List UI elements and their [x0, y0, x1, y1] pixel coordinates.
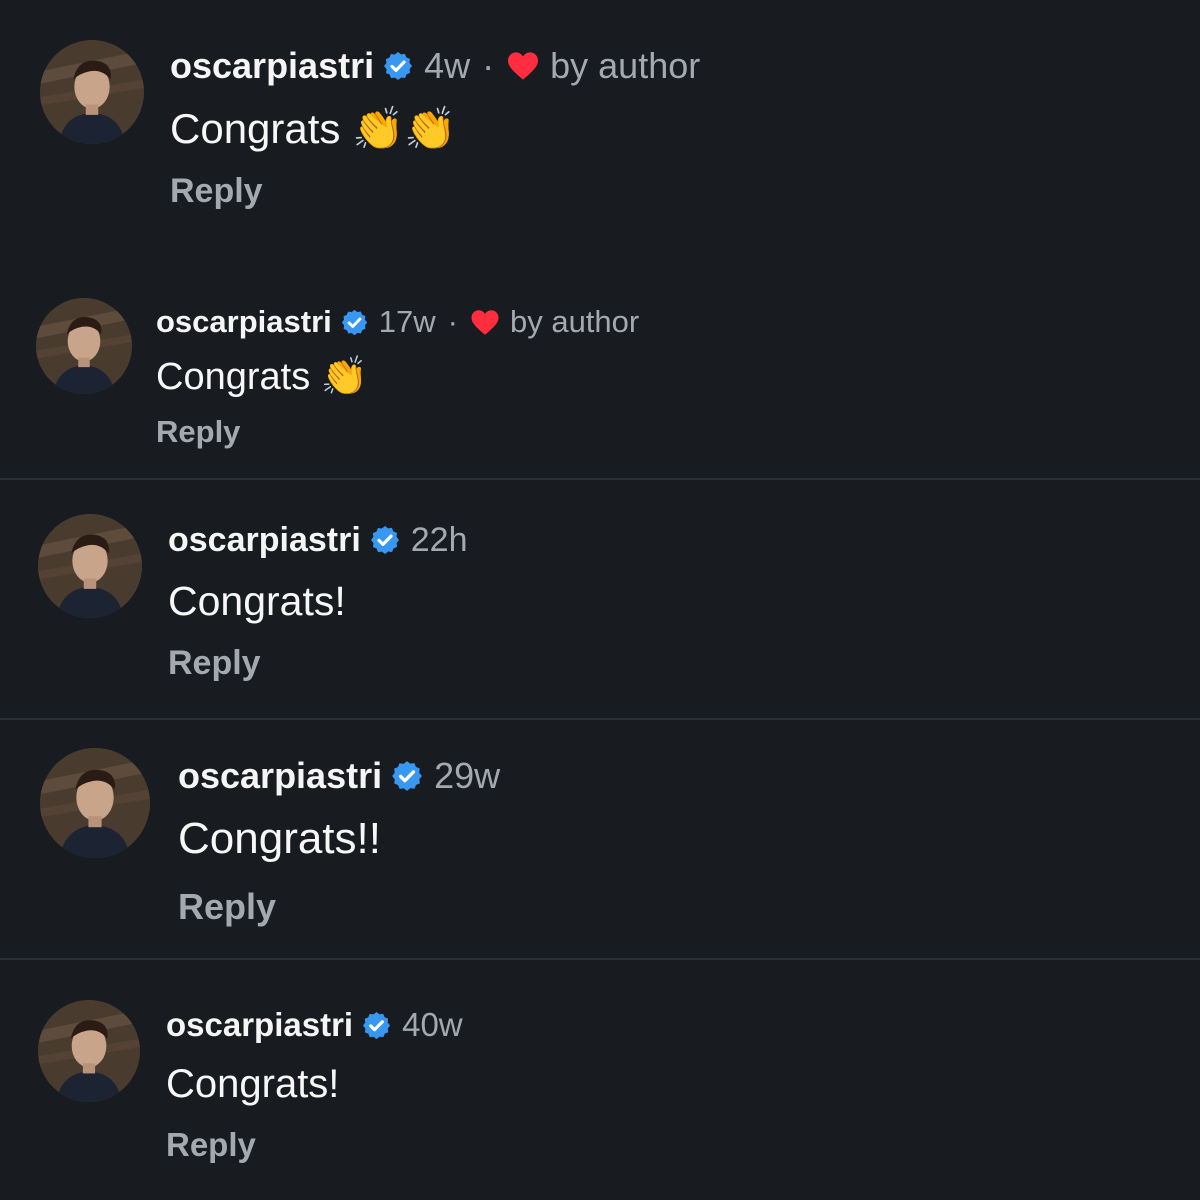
username[interactable]: oscarpiastri — [156, 304, 332, 340]
verified-badge-icon — [390, 759, 424, 793]
profile-photo-icon — [40, 40, 144, 144]
comment-panel-5: oscarpiastri 40w Congrats! Reply — [0, 960, 1200, 1200]
profile-photo-icon — [40, 748, 150, 858]
username[interactable]: oscarpiastri — [178, 755, 382, 797]
avatar[interactable] — [36, 298, 132, 394]
profile-photo-icon — [38, 514, 142, 618]
profile-photo-icon — [38, 1000, 140, 1102]
comment-text: Congrats!! — [178, 814, 381, 863]
heart-icon — [506, 51, 540, 81]
avatar[interactable] — [38, 1000, 140, 1102]
comment-text: Congrats! — [168, 578, 346, 624]
reply-button[interactable]: Reply — [156, 414, 639, 450]
liked-by-author-label: by author — [509, 304, 640, 339]
comment-text: Congrats! — [166, 1062, 340, 1106]
username[interactable]: oscarpiastri — [168, 521, 361, 560]
timestamp: 4w — [424, 45, 471, 86]
comment-panel-4: oscarpiastri 29w Congrats!! Reply — [0, 720, 1200, 958]
comment-panel-2: oscarpiastri 17w · by author Congrats 👏 … — [0, 250, 1200, 478]
reply-button[interactable]: Reply — [168, 644, 468, 683]
username[interactable]: oscarpiastri — [170, 45, 374, 87]
comment-text: Congrats 👏 — [156, 356, 369, 398]
verified-badge-icon — [382, 50, 414, 82]
comment-panel-3: oscarpiastri 22h Congrats! Reply — [0, 480, 1200, 718]
timestamp: 40w — [402, 1006, 463, 1043]
verified-badge-icon — [361, 1010, 392, 1041]
avatar[interactable] — [40, 748, 150, 858]
profile-photo-icon — [36, 298, 132, 394]
timestamp: 17w — [378, 304, 436, 339]
verified-badge-icon — [340, 308, 369, 337]
username[interactable]: oscarpiastri — [166, 1006, 353, 1044]
timestamp: 22h — [410, 520, 468, 559]
heart-icon — [470, 309, 500, 336]
timestamp: 29w — [434, 755, 501, 796]
avatar[interactable] — [40, 40, 144, 144]
separator-dot: · — [482, 45, 495, 86]
comment-panel-1: oscarpiastri 4w · by author Congrats 👏👏 … — [0, 0, 1200, 250]
separator-dot: · — [447, 304, 458, 339]
reply-button[interactable]: Reply — [178, 886, 500, 928]
liked-by-author-label: by author — [550, 45, 701, 86]
reply-button[interactable]: Reply — [170, 172, 700, 211]
reply-button[interactable]: Reply — [166, 1126, 463, 1164]
comment-text: Congrats 👏👏 — [170, 105, 457, 152]
avatar[interactable] — [38, 514, 142, 618]
verified-badge-icon — [369, 524, 401, 556]
